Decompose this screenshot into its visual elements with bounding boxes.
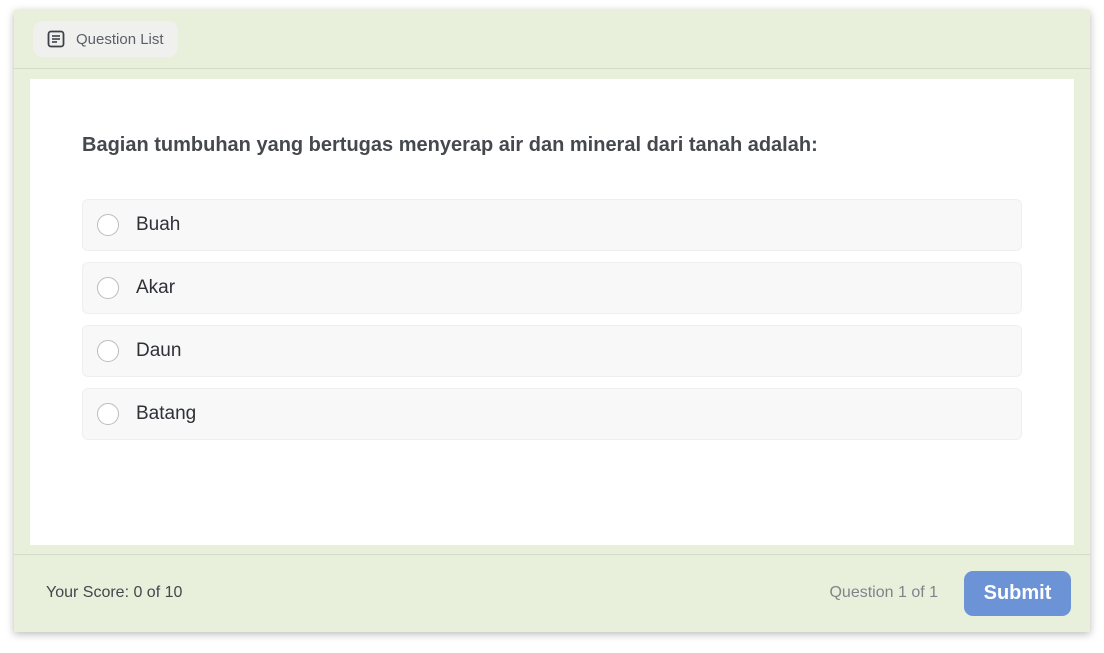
answer-option-label: Buah: [136, 214, 181, 235]
radio-button[interactable]: [97, 340, 119, 362]
footer-bar: Your Score: 0 of 10 Question 1 of 1 Subm…: [14, 554, 1090, 632]
score-text: Your Score: 0 of 10: [46, 584, 183, 601]
quiz-card: Question List Bagian tumbuhan yang bertu…: [14, 10, 1090, 632]
submit-button[interactable]: Submit: [964, 571, 1071, 616]
document-list-icon: [47, 30, 65, 48]
question-list-button[interactable]: Question List: [33, 21, 178, 57]
answer-option-label: Batang: [136, 403, 197, 424]
question-text: Bagian tumbuhan yang bertugas menyerap a…: [82, 134, 818, 156]
radio-button[interactable]: [97, 403, 119, 425]
answer-option-batang[interactable]: Batang: [82, 388, 1022, 440]
answer-option-daun[interactable]: Daun: [82, 325, 1022, 377]
answer-option-buah[interactable]: Buah: [82, 199, 1022, 251]
answer-options: Buah Akar Daun Batang: [82, 199, 1022, 451]
radio-button[interactable]: [97, 277, 119, 299]
answer-option-akar[interactable]: Akar: [82, 262, 1022, 314]
question-progress: Question 1 of 1: [829, 584, 938, 601]
top-bar: Question List: [14, 10, 1090, 69]
question-panel: Bagian tumbuhan yang bertugas menyerap a…: [30, 79, 1074, 545]
answer-option-label: Daun: [136, 340, 182, 361]
radio-button[interactable]: [97, 214, 119, 236]
answer-option-label: Akar: [136, 277, 176, 298]
question-list-label: Question List: [76, 30, 164, 48]
